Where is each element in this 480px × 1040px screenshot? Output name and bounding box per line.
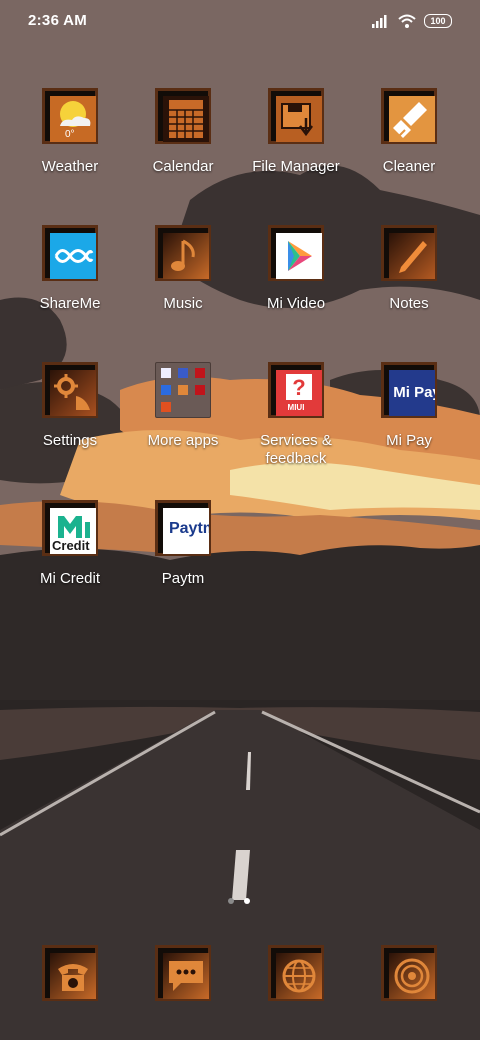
app-label: Paytm: [161, 570, 205, 587]
mi-credit-icon: Credit: [50, 508, 96, 554]
calendar-icon: [169, 100, 203, 138]
page-dot-2[interactable]: [244, 898, 250, 904]
battery-icon: 100: [424, 14, 452, 28]
mi-pay-logo-text: Mi Pay: [393, 384, 435, 401]
folder-icon: [155, 362, 211, 418]
status-icons: 100: [372, 12, 452, 30]
signal-icon: [372, 15, 387, 28]
status-bar: 2:36 AM 100: [0, 0, 480, 38]
message-icon: [169, 961, 203, 991]
file-manager-icon: [281, 103, 313, 137]
page-dot-1[interactable]: [228, 898, 234, 904]
play-icon: [288, 241, 312, 271]
svg-text:?: ?: [292, 375, 305, 400]
music-note-icon: [171, 239, 195, 271]
mi-pay-icon: Mi Pay: [389, 370, 435, 416]
paytm-icon: Paytm: [163, 508, 209, 554]
app-label: Cleaner: [382, 158, 436, 175]
paytm-logo-text: Paytm: [168, 520, 209, 537]
phone-icon: [58, 964, 88, 991]
pencil-icon: [399, 241, 427, 273]
weather-temp: 0°: [65, 129, 75, 140]
app-label: Mi Pay: [386, 432, 432, 449]
mi-credit-text: Credit: [52, 538, 90, 553]
broom-icon: [393, 102, 427, 138]
shareme-icon: [54, 249, 94, 263]
page-indicator: [228, 898, 250, 904]
miui-badge: MIUI: [287, 403, 305, 412]
globe-icon: [282, 959, 316, 993]
battery-level: 100: [430, 16, 446, 26]
wifi-icon: [398, 14, 416, 28]
clock: 2:36 AM: [28, 12, 88, 29]
app-label: Notes: [389, 295, 429, 312]
camera-lens-icon: [394, 958, 430, 994]
gear-icon: [54, 374, 90, 410]
